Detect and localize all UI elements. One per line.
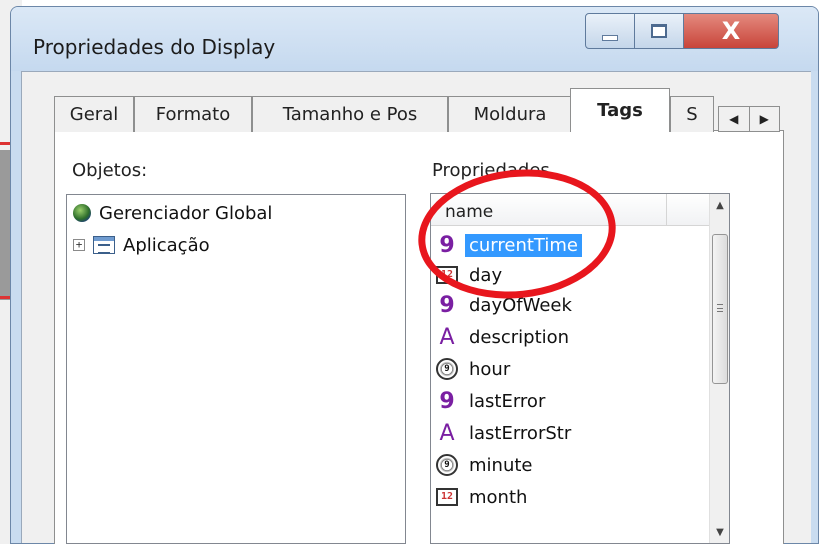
tab-scroll-right-button[interactable]: ▶ [750,107,780,131]
expand-icon[interactable]: + [73,239,85,251]
tab-s[interactable]: S [670,96,714,132]
tab-formato[interactable]: Formato [134,96,252,132]
property-item-minute[interactable]: 9 minute [435,450,536,480]
properties-label: Propriedades [432,160,550,181]
scroll-down-button[interactable]: ▼ [710,521,730,543]
date-icon: 12 [436,488,458,506]
close-button[interactable]: X [683,13,779,49]
scroll-up-button[interactable]: ▲ [710,194,730,216]
column-header-extra[interactable] [667,194,709,226]
date-icon: 12 [436,266,458,284]
properties-header: name [431,194,709,226]
property-item-lasterrorstr[interactable]: A lastErrorStr [435,418,575,448]
properties-scrollbar[interactable]: ▲ ▼ [709,194,729,543]
arrow-right-icon: ▶ [759,112,769,126]
property-item-hour[interactable]: 9 hour [435,354,514,384]
integer-icon: 9 [439,388,455,414]
column-header-name[interactable]: name [431,194,667,226]
property-label: minute [469,454,533,476]
integer-icon: 9 [439,292,455,318]
grip-icon [717,304,723,312]
minimize-button[interactable] [585,13,635,49]
tab-tamanho-e-pos[interactable]: Tamanho e Pos [252,96,448,132]
objects-label: Objetos: [72,160,148,181]
property-label: lastError [469,390,546,412]
property-item-day[interactable]: 12 day [435,260,506,290]
tab-scroll-left-button[interactable]: ◀ [719,107,750,131]
property-item-description[interactable]: A description [435,322,573,352]
clock-icon: 9 [436,358,458,380]
arrow-left-icon: ◀ [729,112,739,126]
tree-item-label: Aplicação [123,234,210,256]
tree-item-label: Gerenciador Global [99,202,273,224]
arrow-down-icon: ▼ [716,526,724,538]
property-label: hour [469,358,511,380]
globe-icon [73,204,91,222]
window-title: Propriedades do Display [33,35,276,59]
tab-moldura[interactable]: Moldura [448,96,572,132]
maximize-icon [651,24,667,38]
tab-tags[interactable]: Tags [570,88,670,132]
arrow-up-icon: ▲ [716,199,724,211]
property-label: day [469,264,503,286]
tree-item-aplicacao[interactable]: + Aplicação [73,231,210,259]
title-bar[interactable]: Propriedades do Display X [11,7,818,71]
string-icon: A [439,324,455,350]
integer-icon: 9 [439,232,455,258]
properties-list[interactable]: name 9 currentTime 12 day 9 dayOfWeek A … [430,193,730,544]
property-label: month [469,486,528,508]
property-label: lastErrorStr [469,422,572,444]
property-item-dayofweek[interactable]: 9 dayOfWeek [435,290,576,320]
tree-item-gerenciador-global[interactable]: Gerenciador Global [73,199,272,227]
property-label: dayOfWeek [469,294,572,316]
application-icon [93,236,115,254]
property-label: description [469,326,570,348]
close-icon: X [721,17,741,45]
scrollbar-thumb[interactable] [712,234,728,384]
maximize-button[interactable] [634,13,684,49]
tab-scroll-buttons: ◀ ▶ [718,106,780,132]
minimize-icon [602,35,618,41]
tab-geral[interactable]: Geral [54,96,134,132]
clock-icon: 9 [436,454,458,476]
property-item-month[interactable]: 12 month [435,482,531,512]
property-item-lasterror[interactable]: 9 lastError [435,386,549,416]
property-item-currenttime[interactable]: 9 currentTime [435,230,583,260]
property-label: currentTime [464,232,583,258]
string-icon: A [439,420,455,446]
objects-tree[interactable]: Gerenciador Global + Aplicação [66,194,406,544]
